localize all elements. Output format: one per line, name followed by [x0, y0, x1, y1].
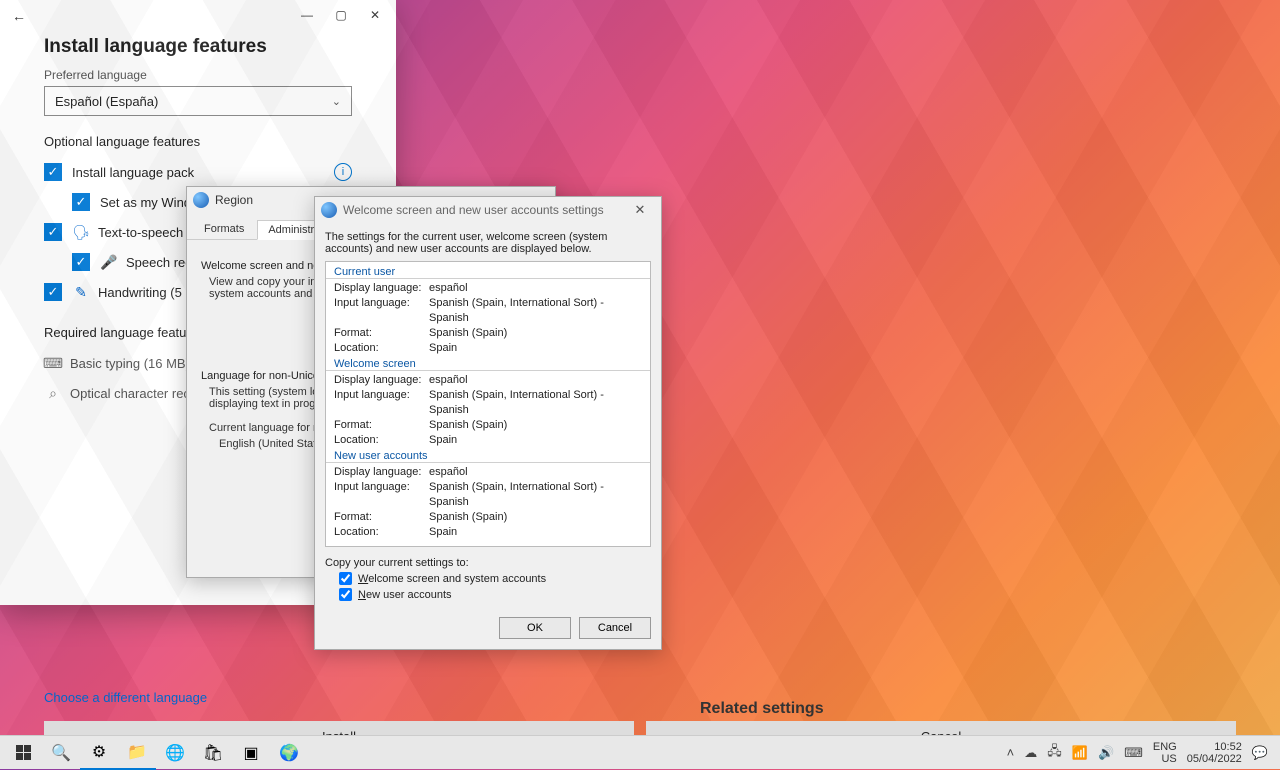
group-head: Current user: [326, 264, 650, 279]
search-button[interactable]: 🔍: [42, 736, 80, 770]
setting-row: Location:Spain: [326, 433, 650, 448]
welcome-desc: The settings for the current user, welco…: [325, 231, 651, 255]
network-icon[interactable]: 🖧: [1047, 742, 1062, 764]
back-icon[interactable]: ←: [12, 8, 26, 24]
cb-new-user[interactable]: [339, 588, 352, 601]
edge-taskbar-icon[interactable]: 🌐: [156, 736, 194, 770]
choose-different-link[interactable]: Choose a different language: [44, 690, 207, 705]
copy-label: Copy your current settings to:: [325, 557, 651, 569]
volume-icon[interactable]: 🔊: [1098, 745, 1114, 761]
welcome-titlebar[interactable]: Welcome screen and new user accounts set…: [315, 197, 661, 223]
group-head: Welcome screen: [326, 356, 650, 371]
keyboard-icon[interactable]: ⌨: [1124, 745, 1143, 761]
setting-row: Format:Spanish (Spain): [326, 418, 650, 433]
terminal-taskbar-icon[interactable]: ▣: [232, 736, 270, 770]
welcome-title: Welcome screen and new user accounts set…: [343, 203, 604, 217]
taskbar: 🔍 ⚙ 📁 🌐 🛍 ▣ 🌍 ˄ ☁ 🖧 📶 🔊 ⌨ ENG US 10:52 0…: [0, 735, 1280, 769]
clock[interactable]: 10:52 05/04/2022: [1187, 741, 1242, 765]
wifi-icon[interactable]: 📶: [1072, 745, 1088, 761]
setting-row: Input language:Spanish (Spain, Internati…: [326, 480, 650, 510]
ok-button[interactable]: OK: [499, 617, 571, 639]
ime-indicator[interactable]: ENG US: [1153, 741, 1177, 765]
cancel-button[interactable]: Cancel: [579, 617, 651, 639]
start-button[interactable]: [4, 736, 42, 770]
region-title: Region: [215, 193, 253, 207]
explorer-taskbar-icon[interactable]: 📁: [118, 736, 156, 770]
related-settings-heading: Related settings: [700, 700, 824, 718]
setting-row: Location:Spain: [326, 525, 650, 540]
welcome-groupbox: Current userDisplay language:españolInpu…: [325, 261, 651, 547]
setting-row: Input language:Spanish (Spain, Internati…: [326, 388, 650, 418]
cb2-text: ew user accounts: [366, 589, 452, 601]
globe-icon: [193, 192, 209, 208]
group-head: New user accounts: [326, 448, 650, 463]
setting-row: Format:Spanish (Spain): [326, 510, 650, 525]
welcome-dialog: Welcome screen and new user accounts set…: [314, 196, 662, 650]
chevron-up-icon[interactable]: ˄: [1007, 745, 1015, 760]
onedrive-icon[interactable]: ☁: [1024, 745, 1037, 761]
tab-formats[interactable]: Formats: [193, 219, 255, 239]
globe-taskbar-icon[interactable]: 🌍: [270, 736, 308, 770]
store-taskbar-icon[interactable]: 🛍: [194, 736, 232, 770]
notifications-icon[interactable]: 💬: [1252, 745, 1268, 761]
close-icon[interactable]: ✕: [625, 200, 655, 220]
settings-taskbar-icon[interactable]: ⚙: [80, 736, 118, 770]
setting-row: Display language:español: [326, 465, 650, 480]
cb1-text: elcome screen and system accounts: [368, 573, 546, 585]
setting-row: Display language:español: [326, 281, 650, 296]
globe-icon: [321, 202, 337, 218]
setting-row: Location:Spain: [326, 341, 650, 356]
setting-row: Display language:español: [326, 373, 650, 388]
setting-row: Input language:Spanish (Spain, Internati…: [326, 296, 650, 326]
setting-row: Format:Spanish (Spain): [326, 326, 650, 341]
cb-welcome-screen[interactable]: [339, 572, 352, 585]
